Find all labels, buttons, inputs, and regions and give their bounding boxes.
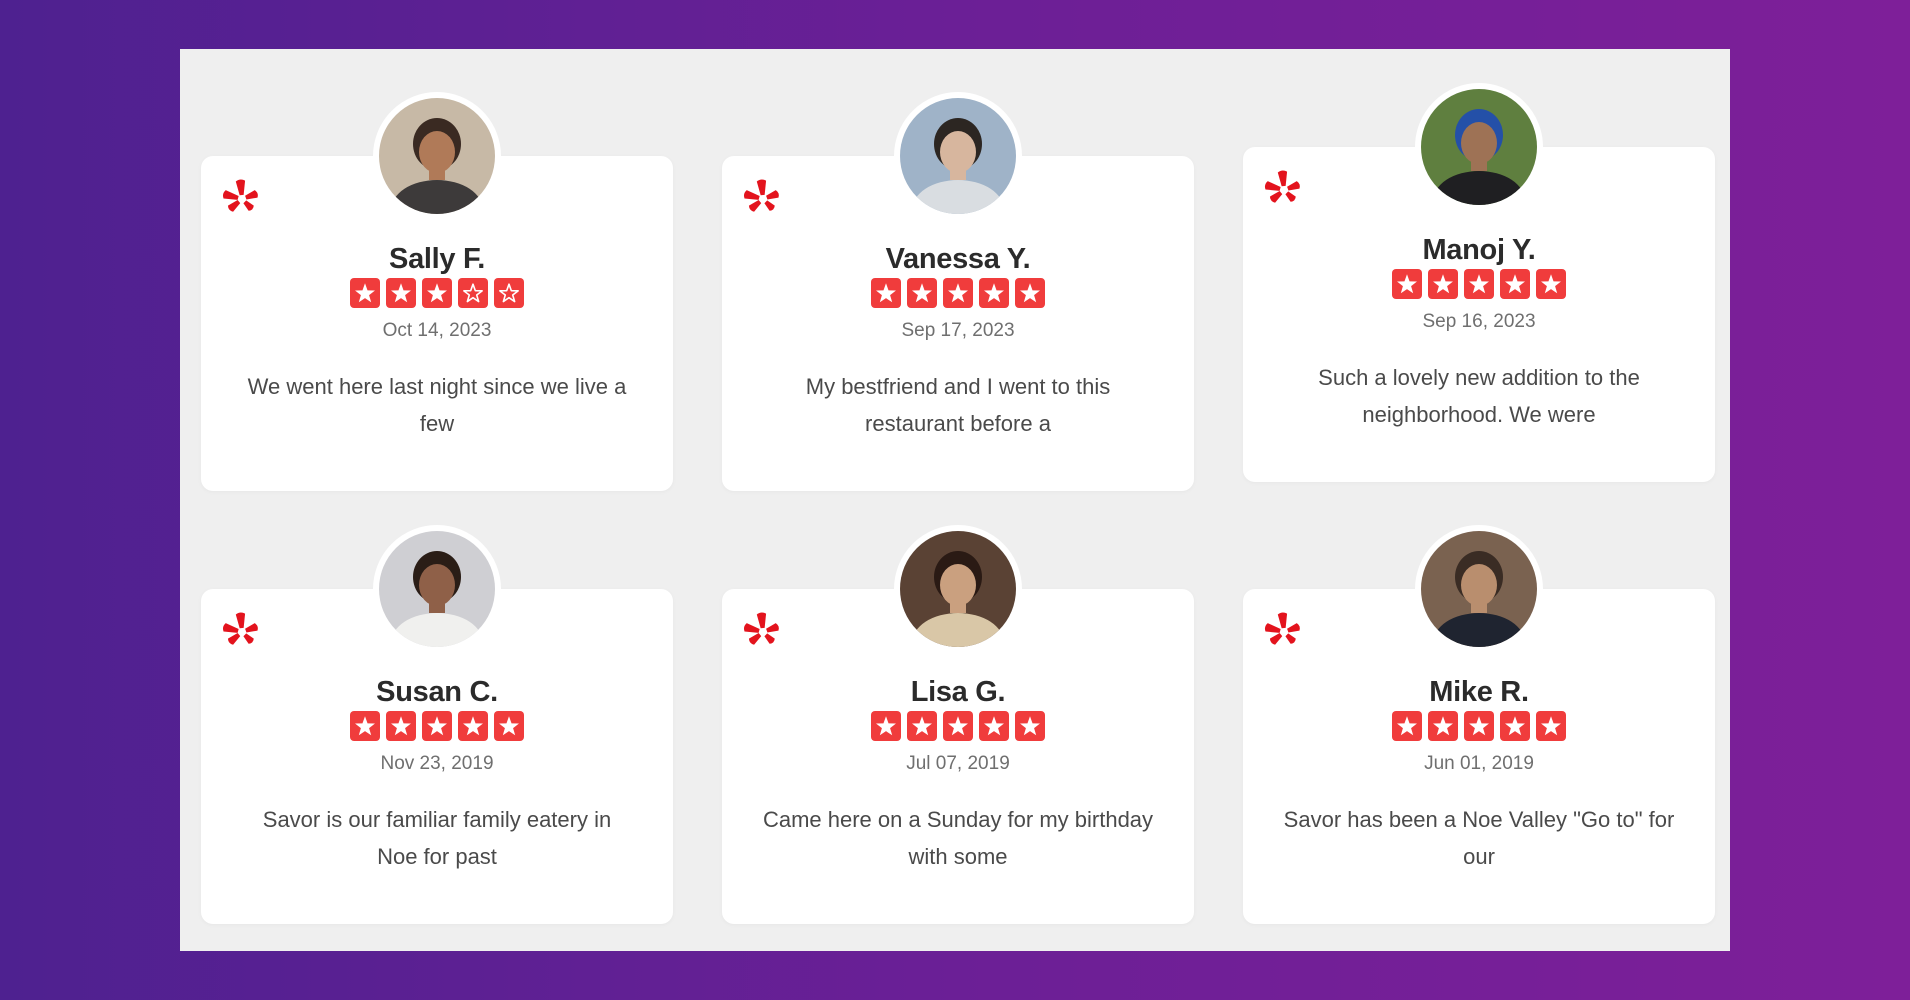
star-rating	[201, 278, 673, 308]
reviewer-avatar	[1415, 83, 1543, 211]
star-icon	[943, 711, 973, 741]
review-card: Sally F. Oct 14, 2023 We went here last …	[201, 92, 673, 491]
star-icon	[871, 711, 901, 741]
review-text: My bestfriend and I went to this restaur…	[805, 374, 1111, 436]
review-card: Lisa G. Jul 07, 2019 Came here on a Sund…	[722, 525, 1194, 924]
star-icon	[1500, 711, 1530, 741]
reviewer-avatar	[894, 525, 1022, 653]
star-icon	[1015, 711, 1045, 741]
star-icon	[1464, 711, 1494, 741]
star-icon	[494, 711, 524, 741]
reviewer-name: Vanessa Y.	[885, 243, 1031, 275]
review-date: Oct 14, 2023	[382, 320, 492, 341]
review-date: Jul 07, 2019	[906, 753, 1010, 774]
yelp-burst-icon[interactable]	[221, 611, 263, 653]
review-text: Such a lovely new addition to the neighb…	[1318, 365, 1640, 427]
star-icon	[1536, 269, 1566, 299]
review-card: Manoj Y. Sep 16, 2023 Such a lovely new …	[1243, 83, 1715, 482]
star-icon	[422, 711, 452, 741]
star-icon	[1392, 711, 1422, 741]
star-icon	[350, 278, 380, 308]
yelp-burst-icon[interactable]	[221, 178, 263, 220]
star-icon	[350, 711, 380, 741]
reviewer-name: Lisa G.	[910, 676, 1006, 708]
reviewer-name: Susan C.	[376, 676, 498, 708]
yelp-burst-icon[interactable]	[742, 178, 784, 220]
reviewer-avatar	[894, 92, 1022, 220]
review-card: Susan C. Nov 23, 2019 Savor is our famil…	[201, 525, 673, 924]
review-text: Savor is our familiar family eatery in N…	[262, 807, 612, 869]
review-text: Savor has been a Noe Valley "Go to" for …	[1283, 807, 1675, 869]
star-icon	[1015, 278, 1045, 308]
star-icon	[1428, 711, 1458, 741]
star-outline-icon	[458, 278, 488, 308]
star-rating	[201, 711, 673, 741]
star-outline-icon	[494, 278, 524, 308]
review-date: Nov 23, 2019	[380, 753, 494, 774]
star-rating	[722, 278, 1194, 308]
star-icon	[907, 278, 937, 308]
star-icon	[1464, 269, 1494, 299]
star-rating	[722, 711, 1194, 741]
review-date: Sep 16, 2023	[1422, 311, 1536, 332]
review-date: Sep 17, 2023	[901, 320, 1015, 341]
star-icon	[1500, 269, 1530, 299]
reviewer-name: Mike R.	[1429, 676, 1529, 708]
star-icon	[1536, 711, 1566, 741]
star-icon	[871, 278, 901, 308]
reviewer-avatar	[373, 525, 501, 653]
star-icon	[458, 711, 488, 741]
star-icon	[422, 278, 452, 308]
star-icon	[1392, 269, 1422, 299]
review-text: We went here last night since we live a …	[247, 374, 627, 436]
star-icon	[1428, 269, 1458, 299]
star-icon	[979, 711, 1009, 741]
star-icon	[386, 278, 416, 308]
review-card: Vanessa Y. Sep 17, 2023 My bestfriend an…	[722, 92, 1194, 491]
star-rating	[1243, 711, 1715, 741]
yelp-burst-icon[interactable]	[1263, 611, 1305, 653]
reviewer-avatar	[373, 92, 501, 220]
star-icon	[943, 278, 973, 308]
reviews-grid: Sally F. Oct 14, 2023 We went here last …	[201, 49, 1715, 924]
star-icon	[386, 711, 416, 741]
review-date: Jun 01, 2019	[1424, 753, 1534, 774]
reviewer-name: Manoj Y.	[1422, 234, 1536, 266]
reviewer-avatar	[1415, 525, 1543, 653]
star-icon	[979, 278, 1009, 308]
star-icon	[907, 711, 937, 741]
review-card: Mike R. Jun 01, 2019 Savor has been a No…	[1243, 525, 1715, 924]
reviews-panel: Sally F. Oct 14, 2023 We went here last …	[180, 49, 1730, 951]
review-text: Came here on a Sunday for my birthday wi…	[762, 807, 1154, 869]
reviewer-name: Sally F.	[389, 243, 485, 275]
yelp-burst-icon[interactable]	[1263, 169, 1305, 211]
yelp-burst-icon[interactable]	[742, 611, 784, 653]
star-rating	[1243, 269, 1715, 299]
